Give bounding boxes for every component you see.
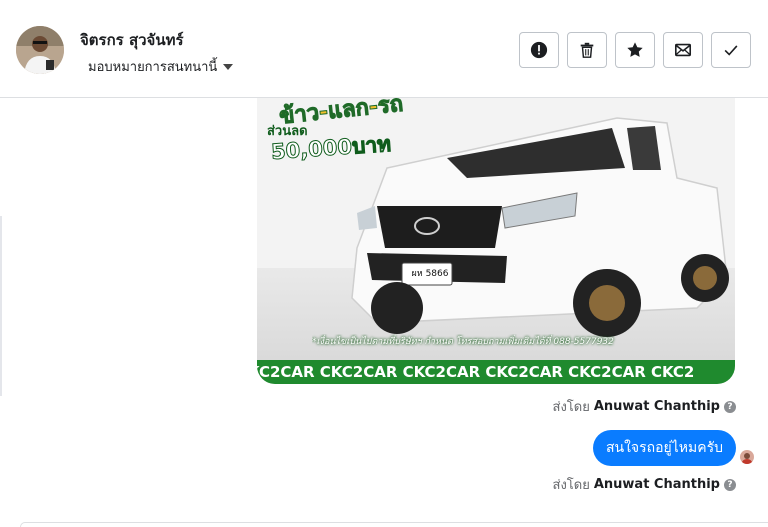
help-icon[interactable]: ?	[724, 478, 736, 491]
assign-label: มอบหมายการสนทนานี้	[88, 60, 218, 75]
license-plate: ผห 5866	[411, 269, 449, 279]
help-icon[interactable]: ?	[724, 400, 736, 413]
sender-name: Anuwat Chanthip	[593, 477, 720, 492]
message-thread[interactable]: ข้าว-แลก-รถ ส่วนลด 50,000บาท ผห 5866 *เง…	[0, 98, 768, 527]
sent-by-label: ส่งโดย Anuwat Chanthip ?	[553, 474, 736, 495]
sent-by-label: ส่งโดย Anuwat Chanthip ?	[553, 396, 736, 417]
envelope-icon	[674, 43, 692, 57]
disclaimer-text: *เงื่อนไขเป็นไปตามที่บริษัทฯ กำหนด โทรสอ…	[312, 337, 614, 347]
mark-done-button[interactable]	[711, 32, 751, 68]
delete-button[interactable]	[567, 32, 607, 68]
message-image[interactable]: ข้าว-แลก-รถ ส่วนลด 50,000บาท ผห 5866 *เง…	[257, 98, 735, 384]
sender-name: Anuwat Chanthip	[593, 399, 720, 414]
spam-button[interactable]	[519, 32, 559, 68]
conversation-header: จิตรกร สุวจันทร์ มอบหมายการสนทนานี้	[0, 0, 768, 98]
contact-name[interactable]: จิตรกร สุวจันทร์	[80, 28, 184, 52]
brand-banner-text: CKC2CAR CKC2CAR CKC2CAR CKC2CAR CKC2CAR …	[257, 363, 695, 381]
check-icon	[724, 45, 738, 56]
seen-avatar	[740, 450, 754, 464]
chevron-down-icon	[223, 63, 234, 70]
mark-unread-button[interactable]	[663, 32, 703, 68]
sent-by-prefix: ส่งโดย	[552, 400, 590, 415]
star-icon	[627, 42, 643, 57]
brand-banner: CKC2CAR CKC2CAR CKC2CAR CKC2CAR CKC2CAR …	[257, 360, 735, 384]
assign-conversation-dropdown[interactable]: มอบหมายการสนทนานี้	[88, 56, 234, 77]
contact-avatar[interactable]	[16, 26, 64, 74]
scroll-rail[interactable]	[0, 216, 2, 396]
star-button[interactable]	[615, 32, 655, 68]
sent-by-prefix: ส่งโดย	[552, 478, 590, 493]
trash-icon	[580, 42, 594, 58]
exclamation-icon	[530, 41, 548, 59]
header-actions	[519, 32, 751, 68]
message-bubble[interactable]: สนใจรถอยู่ไหมครับ	[592, 430, 736, 466]
message-composer[interactable]	[20, 522, 768, 527]
